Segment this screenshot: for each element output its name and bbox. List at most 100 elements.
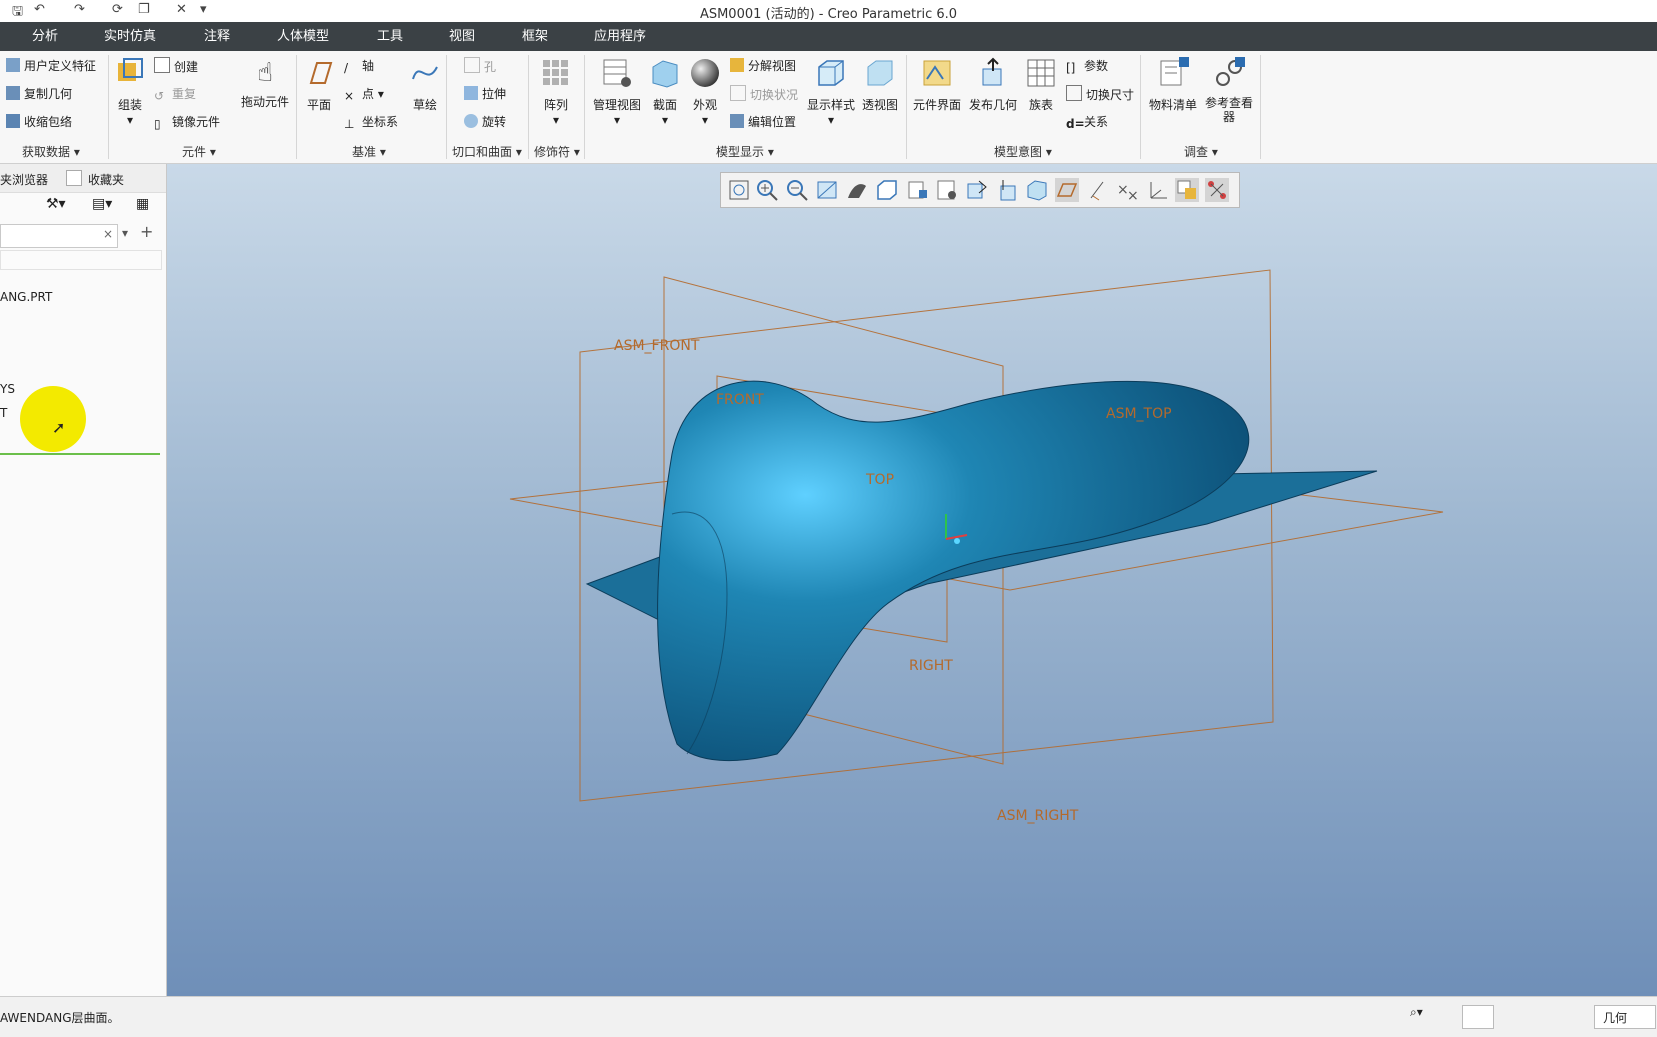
axis-icon: / bbox=[344, 61, 349, 75]
perspective-button[interactable]: 透视图 bbox=[860, 57, 900, 113]
tree-item-insert[interactable]: T bbox=[0, 406, 7, 420]
hole-icon bbox=[464, 57, 480, 73]
component-interface-icon bbox=[923, 60, 951, 86]
pattern-button[interactable]: 阵列 ▾ bbox=[538, 57, 574, 127]
group-model-display[interactable]: 模型显示 ▾ bbox=[716, 143, 774, 160]
copy-geometry-button[interactable]: 复制几何 bbox=[6, 85, 72, 102]
edit-position-button[interactable]: 编辑位置 bbox=[730, 113, 796, 130]
tab-simulation[interactable]: 实时仿真 bbox=[104, 22, 156, 51]
family-table-icon bbox=[1027, 59, 1055, 87]
bom-button[interactable]: 物料清单 bbox=[1146, 57, 1200, 113]
appearance-display-icon[interactable] bbox=[1025, 178, 1049, 202]
plane-display-icon[interactable] bbox=[1055, 178, 1079, 202]
chevron-down-icon: ▾ bbox=[661, 113, 669, 127]
revolve-icon bbox=[464, 114, 478, 128]
saved-orientations-icon[interactable] bbox=[875, 178, 899, 202]
model-tree-panel: 夹浏览器 收藏夹 ⚒▾ ▤▾ ▦ × ▾ + ANG.PRT YS T ➚ bbox=[0, 164, 167, 996]
appearance-button[interactable]: 外观 ▾ bbox=[688, 57, 722, 127]
graphics-toolbar: × × bbox=[720, 172, 1240, 208]
hole-button[interactable]: 孔 bbox=[464, 57, 496, 75]
manage-views-icon bbox=[603, 59, 631, 87]
axis-button[interactable]: / 轴 bbox=[344, 57, 374, 75]
axis-display-icon[interactable] bbox=[1085, 178, 1109, 202]
annotation-display-icon[interactable] bbox=[995, 178, 1019, 202]
repeat-button[interactable]: ↺ 重复 bbox=[154, 85, 196, 103]
tree-settings-icon[interactable]: ⚒▾ bbox=[46, 196, 66, 212]
display-style-button[interactable]: 显示样式 ▾ bbox=[804, 57, 858, 127]
plane-button[interactable]: 平面 bbox=[302, 57, 336, 113]
group-get-data[interactable]: 获取数据 ▾ bbox=[22, 143, 80, 160]
tree-item-csys[interactable]: YS bbox=[0, 382, 15, 396]
assemble-icon bbox=[118, 58, 143, 81]
section-button[interactable]: 截面 ▾ bbox=[648, 57, 682, 127]
create-component-button[interactable]: 创建 bbox=[154, 57, 198, 75]
zoom-in-icon[interactable] bbox=[755, 178, 779, 202]
perspective-view-icon[interactable] bbox=[935, 178, 959, 202]
section-view-icon[interactable] bbox=[965, 178, 989, 202]
tab-favorites[interactable]: 收藏夹 bbox=[88, 171, 124, 188]
group-modifiers[interactable]: 修饰符 ▾ bbox=[534, 143, 580, 160]
tree-columns-icon[interactable]: ▦ bbox=[136, 196, 149, 212]
component-interface-button[interactable]: 元件界面 bbox=[910, 57, 964, 113]
zoom-out-icon[interactable] bbox=[785, 178, 809, 202]
switch-dimensions-button[interactable]: 切换尺寸 bbox=[1066, 85, 1134, 103]
refit-icon[interactable] bbox=[727, 178, 751, 202]
plane-icon bbox=[309, 62, 333, 84]
tab-view[interactable]: 视图 bbox=[449, 22, 475, 51]
shrinkwrap-button[interactable]: 收缩包络 bbox=[6, 113, 72, 130]
drag-component-button[interactable]: ☝ 拖动元件 bbox=[238, 57, 292, 110]
reference-viewer-button[interactable]: 参考查看器 bbox=[1202, 57, 1256, 124]
exploded-view-button[interactable]: 分解视图 bbox=[730, 57, 796, 74]
find-icon[interactable]: ⌕▾ bbox=[1410, 1005, 1450, 1027]
mirror-icon: ▯ bbox=[154, 117, 161, 131]
udf-button[interactable]: 用户定义特征 bbox=[6, 57, 96, 74]
toggle-status-button[interactable]: 切换状况 bbox=[730, 85, 798, 103]
group-model-intent[interactable]: 模型意图 ▾ bbox=[994, 143, 1052, 160]
spin-center-icon[interactable] bbox=[1175, 178, 1199, 202]
group-cut-surface[interactable]: 切口和曲面 ▾ bbox=[452, 143, 522, 160]
point-button[interactable]: × 点 ▾ bbox=[344, 85, 384, 103]
assemble-button[interactable]: 组装 ▾ bbox=[112, 57, 148, 127]
tab-annotate[interactable]: 注释 bbox=[204, 22, 230, 51]
search-options-chevron-icon[interactable]: ▾ bbox=[122, 226, 128, 240]
revolve-button[interactable]: 旋转 bbox=[464, 113, 506, 130]
manage-views-button[interactable]: 管理视图 ▾ bbox=[590, 57, 644, 127]
selection-filter[interactable]: 几何 bbox=[1594, 1005, 1656, 1029]
regenerate-status-icon[interactable] bbox=[1462, 1005, 1494, 1029]
parameters-button[interactable]: [] 参数 bbox=[1066, 57, 1108, 75]
publish-geometry-button[interactable]: 发布几何 bbox=[966, 57, 1020, 113]
panel-tabs: 夹浏览器 收藏夹 bbox=[0, 164, 166, 193]
tab-manikin[interactable]: 人体模型 bbox=[277, 22, 329, 51]
relations-button[interactable]: d=关系 bbox=[1066, 113, 1108, 131]
display-style-icon[interactable] bbox=[845, 178, 869, 202]
search-input[interactable]: × bbox=[0, 224, 118, 248]
extrude-button[interactable]: 拉伸 bbox=[464, 85, 506, 102]
point-display-icon[interactable]: × × bbox=[1115, 178, 1139, 204]
tree-item-part[interactable]: ANG.PRT bbox=[0, 290, 52, 304]
tab-tools[interactable]: 工具 bbox=[377, 22, 403, 51]
add-filter-icon[interactable]: + bbox=[140, 222, 153, 241]
csys-display-icon[interactable] bbox=[1145, 178, 1169, 202]
graphics-viewport[interactable]: ASM_FRONT FRONT TOP ASM_TOP RIGHT ASM_RI… bbox=[167, 164, 1657, 996]
tab-framework[interactable]: 框架 bbox=[522, 22, 548, 51]
datum-label-front: FRONT bbox=[716, 392, 764, 408]
sketch-button[interactable]: 草绘 bbox=[408, 57, 442, 113]
annotation-toggle-icon[interactable] bbox=[1205, 178, 1229, 202]
mirror-component-button[interactable]: ▯ 镜像元件 bbox=[154, 113, 220, 131]
csys-button[interactable]: ⊥ 坐标系 bbox=[344, 113, 398, 131]
separator bbox=[584, 55, 585, 159]
separator bbox=[446, 55, 447, 159]
family-table-button[interactable]: 族表 bbox=[1024, 57, 1058, 113]
group-component[interactable]: 元件 ▾ bbox=[182, 143, 216, 160]
tab-applications[interactable]: 应用程序 bbox=[594, 22, 646, 51]
display-style-cube-icon bbox=[818, 60, 844, 86]
group-datum[interactable]: 基准 ▾ bbox=[352, 143, 386, 160]
repaint-icon[interactable] bbox=[815, 178, 839, 202]
tab-folder-browser[interactable]: 夹浏览器 bbox=[0, 171, 48, 188]
insert-indicator bbox=[0, 453, 160, 455]
clear-search-icon[interactable]: × bbox=[103, 227, 113, 241]
show-icon[interactable]: ▤▾ bbox=[92, 196, 112, 212]
view-manager-icon[interactable] bbox=[905, 178, 929, 202]
tab-analysis[interactable]: 分析 bbox=[32, 22, 58, 51]
group-investigate[interactable]: 调查 ▾ bbox=[1184, 143, 1218, 160]
